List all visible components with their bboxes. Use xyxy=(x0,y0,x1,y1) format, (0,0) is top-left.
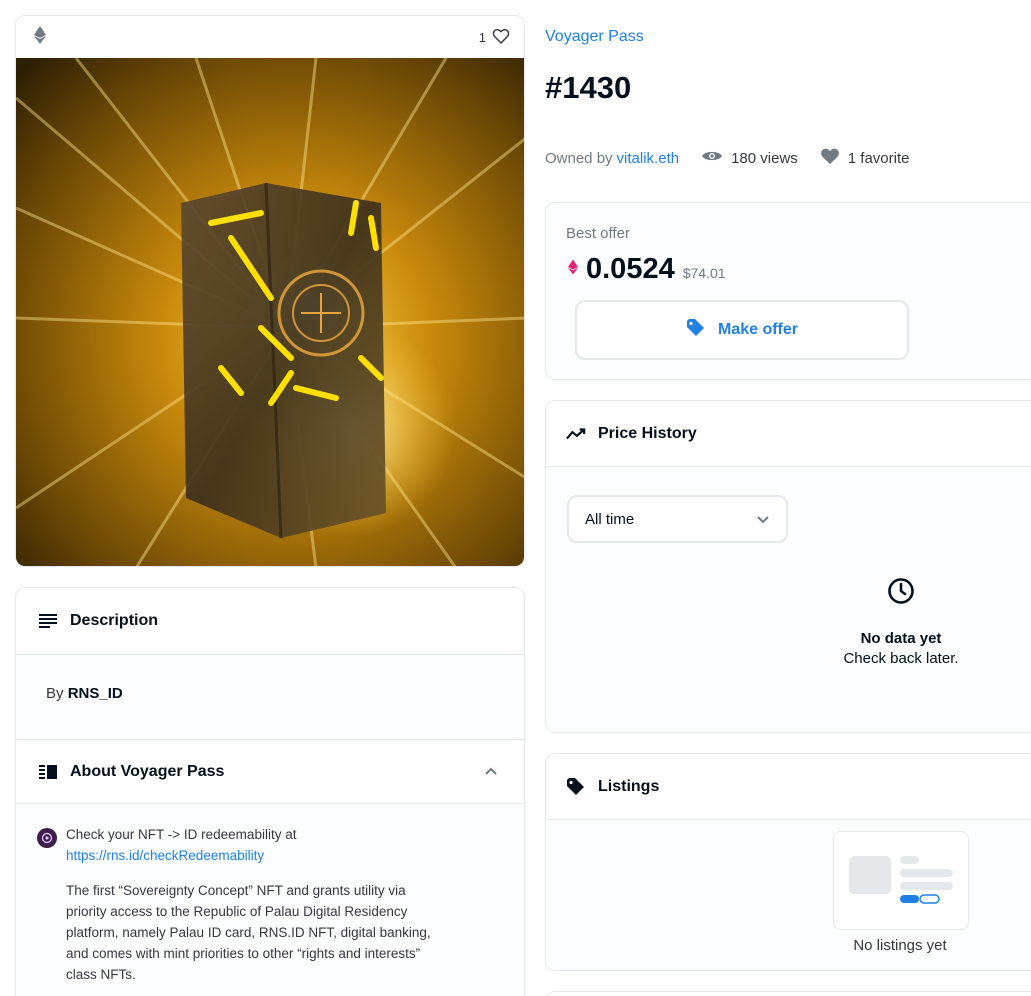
no-data-title: No data yet xyxy=(860,630,942,647)
price-row: 0.0524 $74.01 xyxy=(568,253,726,286)
divider xyxy=(546,819,1031,820)
about-redeem-text: Check your NFT -> ID redeemability at ht… xyxy=(66,824,296,866)
price-usd: $74.01 xyxy=(682,265,726,281)
listings-panel: Listings No listings yet xyxy=(545,753,1031,971)
ethereum-icon xyxy=(34,25,46,49)
next-panel xyxy=(545,991,1031,996)
creator-line: By RNS_ID xyxy=(46,685,123,702)
time-range-select[interactable]: All time xyxy=(567,495,788,543)
views-count: 180 views xyxy=(701,149,798,167)
price-value: 0.0524 xyxy=(586,253,675,285)
tag-icon xyxy=(686,318,706,342)
heart-icon xyxy=(820,147,840,169)
text-lines-icon xyxy=(38,611,58,631)
owner-link[interactable]: vitalik.eth xyxy=(617,150,680,167)
chevron-up-icon[interactable] xyxy=(484,763,498,781)
divider xyxy=(546,466,1031,467)
ownership-meta-row: Owned by vitalik.eth 180 views 1 favorit… xyxy=(545,147,909,169)
description-panel: Description By RNS_ID About Voyager Pass… xyxy=(15,587,525,996)
redeem-link[interactable]: https://rns.id/checkRedeemability xyxy=(66,848,264,863)
about-paragraph-line: class NFTs. xyxy=(66,967,136,982)
no-listings-text: No listings yet xyxy=(853,937,947,954)
listings-header[interactable]: Listings xyxy=(546,754,1031,820)
make-offer-label: Make offer xyxy=(717,321,799,338)
image-card-topbar: 1 xyxy=(16,16,524,58)
about-paragraph-line: and comes with mint priorities to other … xyxy=(66,946,421,961)
make-offer-button[interactable]: Make offer xyxy=(575,300,909,360)
by-prefix: By xyxy=(46,685,64,702)
favorites-text: 1 favorite xyxy=(847,149,910,167)
divider xyxy=(16,803,524,804)
about-collection-header[interactable]: About Voyager Pass xyxy=(16,740,524,803)
ethereum-icon xyxy=(568,259,578,280)
chevron-down-icon xyxy=(756,511,770,528)
empty-listings-illustration xyxy=(833,831,969,930)
about-paragraph-line: platform, namely Palau ID card, RNS.ID N… xyxy=(66,925,431,940)
clock-icon xyxy=(887,578,915,609)
about-paragraph-line: priority access to the Republic of Palau… xyxy=(66,904,408,919)
about-line-1: Check your NFT -> ID redeemability at xyxy=(66,827,297,842)
about-paragraph: The first “Sovereignty Concept” NFT and … xyxy=(66,880,431,985)
about-paragraph-line: The first “Sovereignty Concept” NFT and … xyxy=(66,883,406,898)
no-data-subtitle: Check back later. xyxy=(843,650,959,667)
creator-name[interactable]: RNS_ID xyxy=(68,685,123,702)
description-header[interactable]: Description xyxy=(16,588,524,654)
description-heading: Description xyxy=(70,612,159,629)
trending-icon xyxy=(566,424,586,444)
price-history-panel: Price History All time No data yet Check… xyxy=(545,400,1031,733)
heart-outline-icon xyxy=(492,28,510,47)
eye-icon xyxy=(701,149,723,167)
best-offer-label: Best offer xyxy=(566,225,630,242)
collection-avatar xyxy=(37,828,57,848)
token-title: #1430 xyxy=(545,70,632,105)
price-history-header[interactable]: Price History xyxy=(546,401,1031,467)
tag-icon xyxy=(566,777,586,797)
favorite-count: 1 xyxy=(478,29,486,45)
favorites-count: 1 favorite xyxy=(820,147,910,169)
views-text: 180 views xyxy=(731,149,798,167)
best-offer-panel: Best offer 0.0524 $74.01 Make offer xyxy=(545,202,1031,380)
nft-artwork-image[interactable] xyxy=(16,58,525,567)
favorite-button[interactable]: 1 xyxy=(479,28,510,47)
collection-link[interactable]: Voyager Pass xyxy=(545,28,644,46)
listings-heading: Listings xyxy=(598,778,660,795)
time-range-value: All time xyxy=(585,510,635,528)
divider xyxy=(16,654,524,655)
price-history-heading: Price History xyxy=(598,425,697,442)
nft-image-card: 1 xyxy=(15,15,525,567)
collection-list-icon xyxy=(38,762,58,782)
price-history-empty-state: No data yet Check back later. xyxy=(751,577,1031,667)
about-heading: About Voyager Pass xyxy=(70,762,225,780)
owned-by-label: Owned by xyxy=(545,149,613,167)
